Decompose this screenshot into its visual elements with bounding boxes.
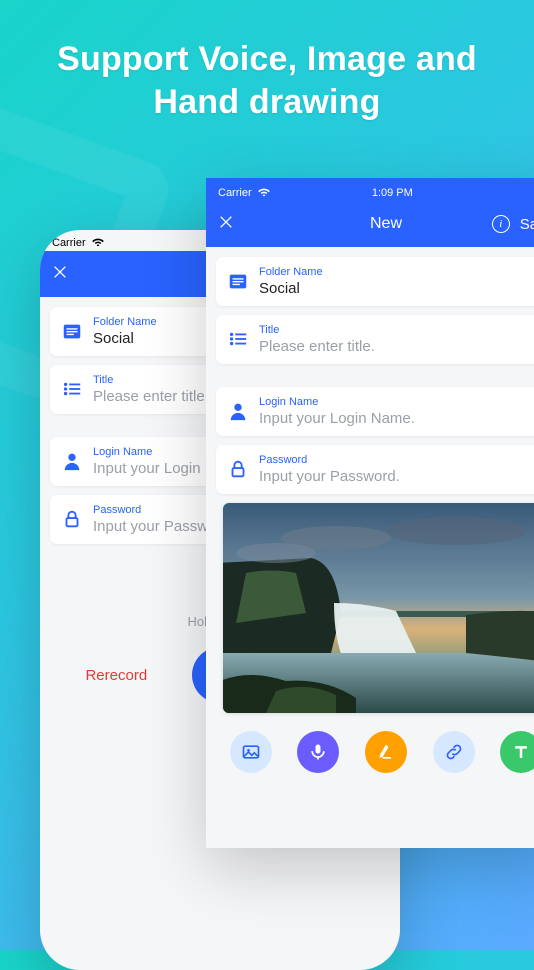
login-field[interactable]: Login Name Input your Login Name. [216,387,534,436]
title-field[interactable]: Title Please enter title. [216,315,534,364]
attachment-action-row [216,723,534,787]
password-field[interactable]: Password Input your Password. [216,445,534,494]
status-bar-front: Carrier 1:09 PM [206,178,534,201]
status-time: 1:09 PM [372,187,413,199]
wifi-icon [91,236,105,249]
add-text-button[interactable] [500,731,534,773]
list-icon [61,378,83,400]
lock-icon [61,508,83,530]
password-label: Password [259,454,534,466]
promo-heading: Support Voice, Image and Hand drawing [0,38,534,123]
folder-value: Social [259,280,534,297]
carrier-label: Carrier [218,187,252,199]
promo-line1: Support Voice, Image and [57,40,477,78]
info-icon[interactable]: i [492,215,510,233]
rerecord-button[interactable]: Rerecord [71,667,161,684]
title-placeholder: Please enter title. [259,338,534,355]
login-label: Login Name [259,396,534,408]
promo-line2: Hand drawing [153,83,380,121]
nav-bar-front: New i Save [206,201,534,247]
folder-field[interactable]: Folder Name Social [216,257,534,306]
title-label: Title [259,324,534,336]
close-icon[interactable] [52,264,68,285]
carrier-label: Carrier [52,237,86,249]
login-placeholder: Input your Login Name. [259,410,534,427]
folder-icon [227,270,249,292]
add-drawing-button[interactable] [365,731,407,773]
add-link-button[interactable] [433,731,475,773]
password-placeholder: Input your Password. [259,468,534,485]
user-icon [61,450,83,472]
folder-icon [61,320,83,342]
nav-title: New [206,215,534,233]
close-icon[interactable] [218,214,234,235]
lock-icon [227,458,249,480]
save-button[interactable]: Save [520,216,534,233]
wifi-icon [257,186,271,199]
attached-image[interactable] [223,503,534,713]
phone-front: Carrier 1:09 PM New i Save Folder Name S… [206,178,534,848]
add-image-button[interactable] [230,731,272,773]
folder-label: Folder Name [259,266,534,278]
user-icon [227,400,249,422]
add-voice-button[interactable] [297,731,339,773]
list-icon [227,328,249,350]
